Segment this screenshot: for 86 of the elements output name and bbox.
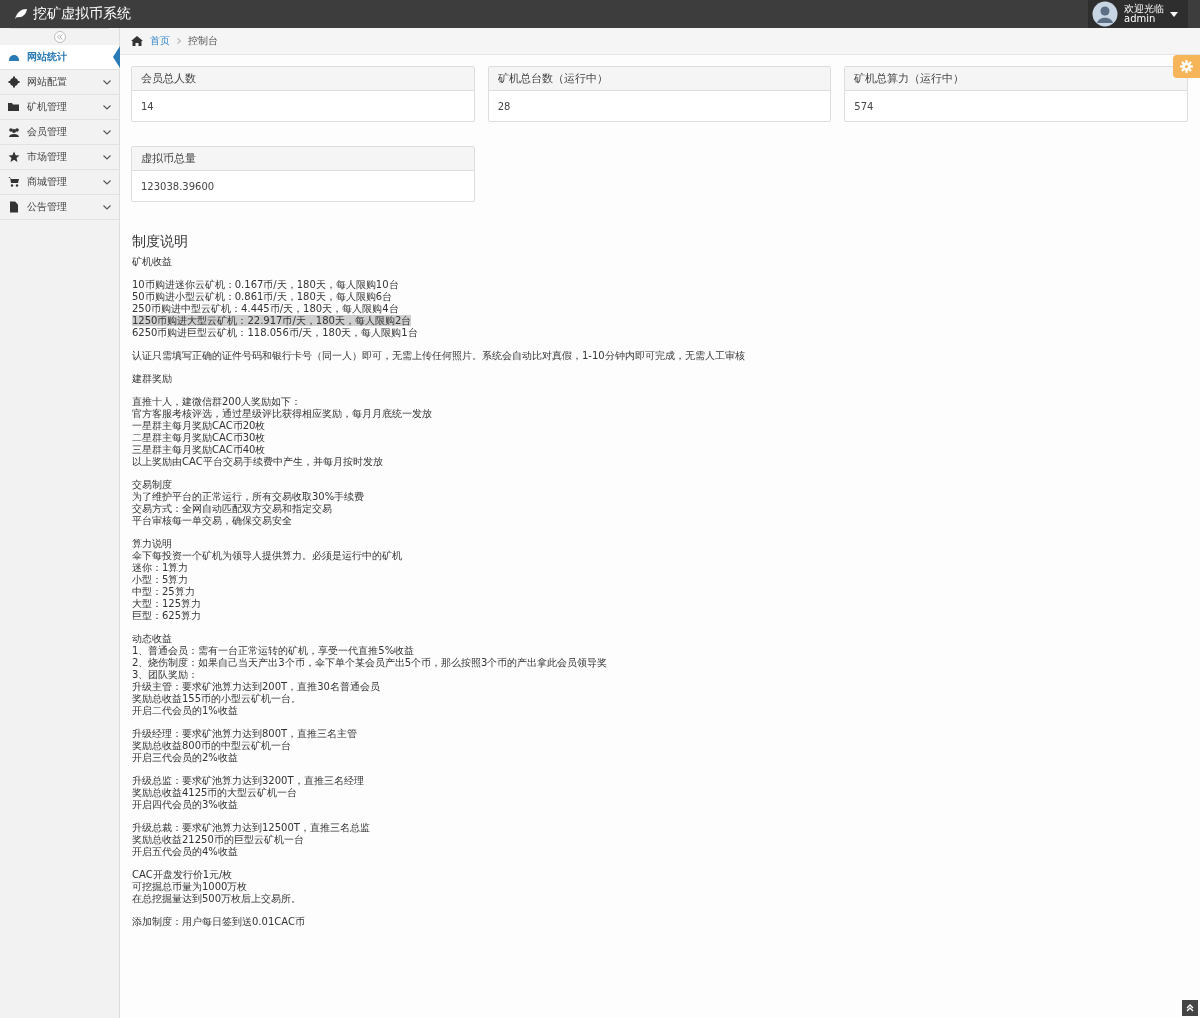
text-line: 在总挖掘量达到500万枚后上交易所。 bbox=[132, 893, 302, 904]
sidebar-item[interactable]: 矿机管理 bbox=[0, 95, 119, 120]
text-line: 添加制度：用户每日签到送0.01CAC币 bbox=[132, 916, 305, 927]
card-title: 矿机总算力（运行中） bbox=[854, 71, 965, 86]
text-line: 官方客服考核评选，通过星级评比获得相应奖励，每月月底统一发放 bbox=[132, 408, 432, 419]
text-line: 为了维护平台的正常运行，所有交易收取30%手续费 bbox=[132, 491, 365, 502]
text-line: 交易方式：全网自动匹配双方交易和指定交易 bbox=[132, 503, 332, 514]
card-value: 14 bbox=[141, 100, 154, 112]
chevron-icon bbox=[103, 104, 111, 110]
text-line: 开启三代会员的2%收益 bbox=[132, 752, 238, 763]
user-name: admin bbox=[1124, 14, 1156, 24]
text-line: 250币购进中型云矿机：4.445币/天，180天，每人限购4台 bbox=[132, 303, 399, 314]
text-line: 动态收益 bbox=[132, 633, 172, 644]
text-line: 可挖掘总币量为1000万枚 bbox=[132, 881, 248, 892]
text-line: 升级主管：要求矿池算力达到200T，直推30名普通会员 bbox=[132, 681, 380, 692]
text-line: 矿机收益 bbox=[132, 256, 172, 267]
chevron-right-icon bbox=[177, 38, 181, 44]
text-line: 开启四代会员的3%收益 bbox=[132, 799, 238, 810]
greeting-text: 欢迎光临 bbox=[1124, 4, 1164, 14]
back-to-top-button[interactable] bbox=[1182, 1000, 1198, 1016]
card-value: 123038.39600 bbox=[141, 180, 215, 192]
text-line: 2、烧伤制度：如果自己当天产出3个币，伞下单个某会员产出5个币，那么按照3个币的产出拿此会员领导奖 bbox=[132, 657, 608, 668]
card-title: 会员总人数 bbox=[141, 71, 196, 86]
text-line: 奖励总收益21250币的巨型云矿机一台 bbox=[132, 834, 304, 845]
text-line: 开启二代会员的1%收益 bbox=[132, 705, 238, 716]
sidebar-item[interactable]: 网站配置 bbox=[0, 70, 119, 95]
card-value: 28 bbox=[497, 100, 511, 112]
sidebar-item[interactable]: 商城管理 bbox=[0, 170, 119, 195]
text-line: 开启五代会员的4%收益 bbox=[132, 846, 238, 857]
settings-icon bbox=[1180, 60, 1193, 73]
cart-icon bbox=[8, 176, 20, 188]
text-line: 认证只需填写正确的证件号码和银行卡号（同一人）即可，无需上传任何照片。系统会自动比对真假，1-10分钟内即可完成，无需人工审核 bbox=[132, 350, 745, 361]
file-icon bbox=[8, 201, 20, 213]
text-line: 10币购进迷你云矿机：0.167币/天，180天，每人限购10台 bbox=[132, 279, 399, 290]
double-chevron-up-icon bbox=[1186, 1004, 1194, 1012]
text-line: 奖励总收益4125币的大型云矿机一台 bbox=[132, 787, 298, 798]
text-line: 伞下每投资一个矿机为领导人提供算力。必须是运行中的矿机 bbox=[132, 550, 402, 561]
avatar bbox=[1092, 1, 1118, 27]
folder-icon bbox=[8, 101, 20, 113]
section-heading: 制度说明 bbox=[132, 232, 189, 250]
text-line: 大型：125算力 bbox=[132, 598, 202, 609]
text-line: 平台审核每一单交易，确保交易安全 bbox=[132, 515, 292, 526]
text-line: 以上奖励由CAC平台交易手续费中产生，并每月按时发放 bbox=[132, 456, 383, 467]
card-title: 虚拟币总量 bbox=[141, 151, 196, 166]
sidebar-item[interactable]: 公告管理 bbox=[0, 195, 119, 220]
text-line: 中型：25算力 bbox=[132, 586, 195, 597]
chevron-icon bbox=[103, 129, 111, 135]
text-line: 奖励总收益155币的小型云矿机一台。 bbox=[132, 693, 302, 704]
text-line: 一星群主每月奖励CAC币20枚 bbox=[132, 420, 266, 431]
breadcrumb-link[interactable]: 首页 bbox=[150, 34, 170, 48]
chevron-icon bbox=[103, 154, 111, 160]
text-line: 3、团队奖励： bbox=[132, 669, 199, 680]
text-line: 升级总裁：要求矿池算力达到12500T，直推三名总监 bbox=[132, 822, 370, 833]
sidebar-item[interactable]: 网站统计 bbox=[0, 45, 119, 70]
caret-icon bbox=[1170, 11, 1178, 17]
text-line: 巨型：625算力 bbox=[132, 610, 202, 621]
text-line: 1、普通会员：需有一台正常运转的矿机，享受一代直推5%收益 bbox=[132, 645, 415, 656]
user-menu[interactable]: 欢迎光临 admin bbox=[1088, 0, 1188, 28]
leaf-icon bbox=[14, 8, 28, 20]
text-line: 迷你：1算力 bbox=[132, 562, 189, 573]
card-title: 矿机总台数（运行中） bbox=[497, 71, 608, 86]
app-title: 挖矿虚拟币系统 bbox=[33, 5, 131, 23]
sidebar-item[interactable]: 会员管理 bbox=[0, 120, 119, 145]
card-value: 574 bbox=[854, 100, 874, 112]
text-line: 奖励总收益800币的中型云矿机一台 bbox=[132, 740, 292, 751]
breadcrumb-current: 控制台 bbox=[188, 34, 218, 48]
text-line: 50币购进小型云矿机：0.861币/天，180天，每人限购6台 bbox=[132, 291, 393, 302]
text-line: 建群奖励 bbox=[132, 373, 172, 384]
chevron-icon bbox=[103, 79, 111, 85]
chevron-icon bbox=[103, 204, 111, 210]
text-line: 交易制度 bbox=[132, 479, 172, 490]
text-line: 二星群主每月奖励CAC币30枚 bbox=[132, 432, 266, 443]
text-line: 直推十人，建微信群200人奖励如下： bbox=[132, 396, 302, 407]
home-icon[interactable] bbox=[131, 36, 143, 46]
text-line: CAC开盘发行价1元/枚 bbox=[132, 869, 233, 880]
text-line: 三星群主每月奖励CAC币40枚 bbox=[132, 444, 266, 455]
chevron-icon bbox=[103, 179, 111, 185]
active-pointer-icon bbox=[113, 46, 120, 68]
star-icon bbox=[8, 151, 20, 163]
text-line: 小型：5算力 bbox=[132, 574, 189, 585]
text-line: 升级总监：要求矿池算力达到3200T，直推三名经理 bbox=[132, 775, 364, 786]
sidebar-item[interactable]: 市场管理 bbox=[0, 145, 119, 170]
text-line: 算力说明 bbox=[132, 538, 172, 549]
text-line: 升级经理：要求矿池算力达到800T，直推三名主管 bbox=[132, 728, 358, 739]
text-line: 6250币购进巨型云矿机：118.056币/天，180天，每人限购1台 bbox=[132, 327, 418, 338]
users-icon bbox=[8, 126, 20, 138]
